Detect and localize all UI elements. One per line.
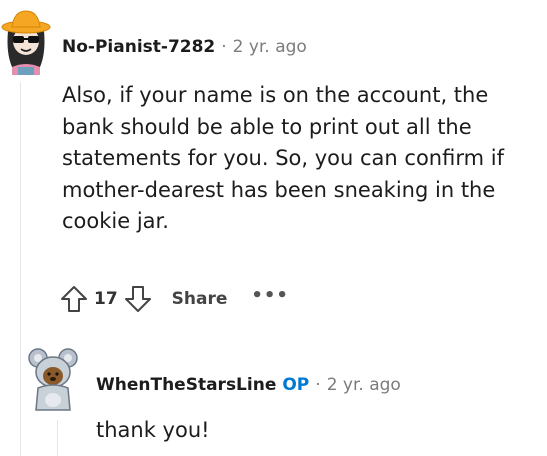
reply-thread-line[interactable] [57,420,58,456]
reply-timestamp[interactable]: 2 yr. ago [327,375,401,395]
op-badge: OP [282,375,310,395]
comment-action-bar: 17 Share ••• [58,282,289,316]
share-button[interactable]: Share [172,289,228,309]
snoo-avatar-icon [1,10,51,75]
reply-avatar[interactable] [28,344,78,412]
koala-avatar-icon [28,348,78,411]
upvote-arrow-icon[interactable] [58,283,90,315]
reply-username[interactable]: WhenTheStarsLine [96,375,276,395]
thread-line[interactable] [20,82,21,456]
reply-header: WhenTheStarsLine OP · 2 yr. ago [96,372,401,398]
comment-body: Also, if your name is on the account, th… [62,83,504,233]
downvote-arrow-icon[interactable] [122,283,154,315]
comment-username[interactable]: No-Pianist-7282 [62,37,215,57]
meta-separator: · [221,37,227,57]
commenter-avatar[interactable] [0,5,52,75]
meta-separator: · [315,375,321,395]
comment-header: No-Pianist-7282 · 2 yr. ago [62,34,307,60]
comment-timestamp[interactable]: 2 yr. ago [233,37,307,57]
more-options-icon[interactable]: ••• [251,285,289,306]
reply-body: thank you! [96,418,210,442]
vote-score: 17 [94,289,118,309]
